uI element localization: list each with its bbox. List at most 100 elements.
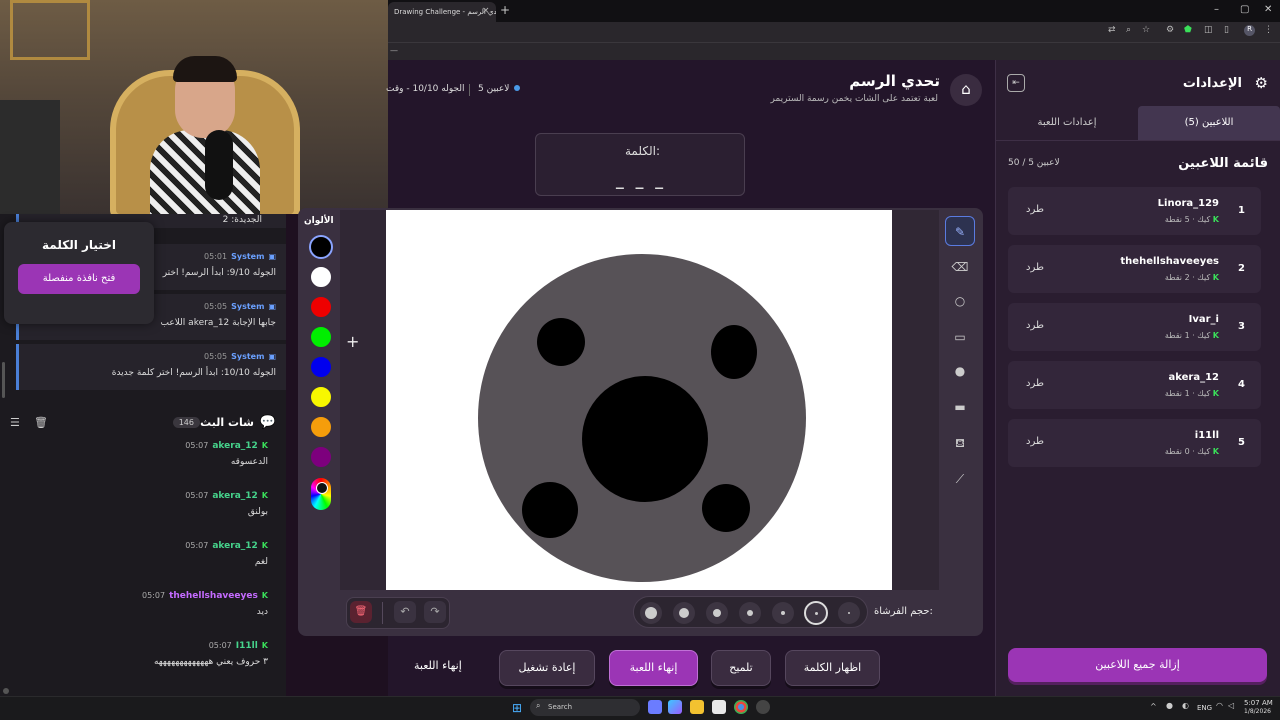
chat-username[interactable]: thehellshaveeyes xyxy=(169,591,258,601)
redo-icon: ↷ xyxy=(430,605,440,618)
chat-username[interactable]: akera_12 xyxy=(212,491,257,501)
chat-scrollbar[interactable] xyxy=(2,362,5,398)
copilot-icon[interactable] xyxy=(668,700,682,714)
app-icon[interactable] xyxy=(756,700,770,714)
hint-button[interactable]: تلميح xyxy=(711,650,771,686)
kick-player-button[interactable]: طرد xyxy=(1026,262,1044,273)
rect-fill-tool-button[interactable]: ▬ xyxy=(945,392,975,422)
language-indicator[interactable]: ENG xyxy=(1197,704,1212,712)
color-swatch-green[interactable] xyxy=(309,325,333,349)
restart-button[interactable]: إعادة تشغيل xyxy=(499,650,595,686)
end-game-button[interactable]: إنهاء اللعبة xyxy=(609,650,698,686)
color-swatch-white[interactable] xyxy=(309,265,333,289)
circle-fill-tool-button[interactable]: ● xyxy=(945,356,975,386)
rect-outline-tool-button[interactable]: ▭ xyxy=(945,322,975,352)
tab-close-icon[interactable]: × xyxy=(482,6,490,16)
color-swatch-orange[interactable] xyxy=(309,415,333,439)
chat-username[interactable]: I11ll xyxy=(236,641,258,651)
brush-size-option[interactable] xyxy=(706,602,728,624)
player-rank: 5 xyxy=(1238,437,1245,448)
chat-username[interactable]: akera_12 xyxy=(212,441,257,451)
kick-player-button[interactable]: طرد xyxy=(1026,436,1044,447)
brush-size-option[interactable] xyxy=(640,602,662,624)
divider xyxy=(996,140,1280,141)
task-view-icon[interactable] xyxy=(648,700,662,714)
brush-size-option[interactable] xyxy=(739,602,761,624)
rect-fill-icon: ▬ xyxy=(954,400,966,414)
redo-button[interactable]: ↷ xyxy=(424,601,446,623)
tray-app-icon[interactable]: ● xyxy=(1166,701,1173,710)
clock-date[interactable]: 1/8/2026 xyxy=(1244,708,1271,715)
chat-message-header: 05:07 I11ll K xyxy=(209,641,268,651)
bookmark-star-icon[interactable]: ☆ xyxy=(1142,25,1150,35)
system-message-text: الجوله 10/10: ابدأ الرسم! اختر كلمة جديد… xyxy=(111,368,276,378)
puzzle-icon[interactable]: ◫ xyxy=(1204,25,1213,35)
shield-icon[interactable]: ⬟ xyxy=(1184,25,1192,35)
brush-size-option[interactable] xyxy=(772,602,794,624)
tab-game-settings[interactable]: إعدادات اللعبة xyxy=(996,106,1138,140)
profile-avatar[interactable]: R xyxy=(1244,25,1255,36)
eraser-tool-button[interactable]: ⌫ xyxy=(945,252,975,282)
brush-size-option[interactable] xyxy=(838,602,860,624)
tab-players[interactable]: اللاعبين (5) xyxy=(1138,106,1280,140)
home-button[interactable]: ⌂ xyxy=(950,74,982,106)
wifi-icon[interactable]: ◠ xyxy=(1216,701,1223,710)
chat-message-text: ديد xyxy=(256,607,268,617)
remove-all-players-button[interactable]: إزالة جميع اللاعبين xyxy=(1008,648,1267,682)
player-points: كيك · 1 نقطة xyxy=(1164,331,1211,340)
color-swatch-yellow[interactable] xyxy=(309,385,333,409)
extension-icon[interactable]: ⚙ xyxy=(1166,25,1174,35)
drawn-black-circle xyxy=(537,318,585,366)
color-swatch-blue[interactable] xyxy=(309,355,333,379)
kick-player-button[interactable]: طرد xyxy=(1026,378,1044,389)
tray-app-icon[interactable]: ◐ xyxy=(1182,701,1189,710)
custom-color-picker[interactable] xyxy=(309,476,333,512)
volume-icon[interactable]: ◁ xyxy=(1228,701,1234,710)
new-tab-icon[interactable]: + xyxy=(500,3,510,17)
close-window-icon[interactable]: ✕ xyxy=(1264,4,1272,15)
kick-player-button[interactable]: طرد xyxy=(1026,320,1044,331)
color-swatch-black[interactable] xyxy=(309,235,333,259)
windows-start-icon[interactable]: ⊞ xyxy=(512,701,522,715)
drawing-canvas[interactable] xyxy=(386,210,892,590)
tray-chevron-icon[interactable]: ^ xyxy=(1150,702,1157,711)
clear-canvas-button[interactable]: 🗑 xyxy=(350,601,372,623)
color-swatch-purple[interactable] xyxy=(309,445,333,469)
player-rank: 2 xyxy=(1238,263,1245,274)
translate-icon[interactable]: ⇄ xyxy=(1108,25,1116,35)
kick-player-button[interactable]: طرد xyxy=(1026,204,1044,215)
menu-icon[interactable]: ⋮ xyxy=(1264,25,1273,35)
clock-time[interactable]: 5:07 AM xyxy=(1244,699,1273,707)
word-box: الكلمة: _ _ _ xyxy=(535,133,745,196)
canvas-drawing xyxy=(478,254,806,582)
fill-bucket-tool-button[interactable]: ⛾ xyxy=(945,428,975,458)
file-explorer-icon[interactable] xyxy=(690,700,704,714)
brush-size-option-selected[interactable] xyxy=(804,601,828,625)
store-icon[interactable] xyxy=(712,700,726,714)
maximize-icon[interactable]: ▢ xyxy=(1240,4,1249,15)
menu-lines-icon[interactable]: ☰ xyxy=(10,416,20,429)
open-window-button[interactable]: فتح نافذة منفصلة xyxy=(18,264,140,294)
brush-size-option[interactable] xyxy=(673,602,695,624)
kick-platform-icon: K xyxy=(1212,215,1219,224)
chat-username[interactable]: akera_12 xyxy=(212,541,257,551)
pen-tool-button[interactable]: ✎ xyxy=(945,216,975,246)
collapse-panel-button[interactable]: ⇤ xyxy=(1007,74,1025,92)
minimize-icon[interactable]: – xyxy=(1214,4,1219,15)
kick-platform-icon: K xyxy=(1212,447,1219,456)
end-game-link[interactable]: إنهاء اللعبة xyxy=(414,659,462,672)
color-swatch-red[interactable] xyxy=(309,295,333,319)
show-word-button[interactable]: اظهار الكلمة xyxy=(785,650,880,686)
trash-icon[interactable]: 🗑 xyxy=(34,416,48,429)
undo-button[interactable]: ↶ xyxy=(394,601,416,623)
zoom-icon[interactable]: ⌕ xyxy=(1126,25,1131,35)
kick-platform-icon: K xyxy=(261,541,268,550)
browser-tab[interactable]: Drawing Challenge - تحدي الرسم xyxy=(388,2,496,22)
sidebar-icon[interactable]: ▯ xyxy=(1224,25,1229,35)
taskbar-search[interactable]: Search xyxy=(530,699,640,716)
line-tool-button[interactable]: ⟋ xyxy=(945,464,975,494)
bookmark-item[interactable]: — xyxy=(390,46,398,55)
brush-size-label: حجم الفرشاة: xyxy=(874,606,933,617)
chrome-icon[interactable] xyxy=(734,700,748,714)
circle-outline-tool-button[interactable]: ○ xyxy=(945,286,975,316)
